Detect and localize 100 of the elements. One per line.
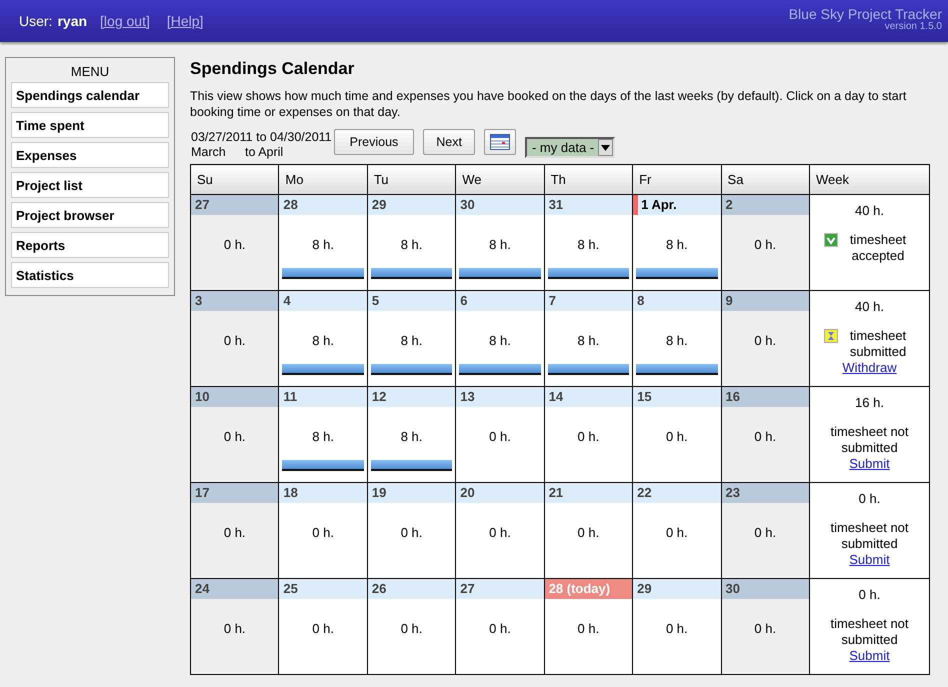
day-cell[interactable]: 20 0 h. (456, 482, 544, 578)
day-cell[interactable]: 22 0 h. (632, 482, 722, 578)
day-cell[interactable]: 9 0 h. (721, 290, 810, 386)
column-header: Mo (278, 164, 368, 194)
menu-item[interactable]: Spendings calendar (11, 82, 169, 108)
day-cell[interactable]: 21 0 h. (544, 482, 633, 578)
day-cell[interactable]: 23 0 h. (721, 482, 810, 578)
day-cell[interactable]: 18 0 h. (278, 482, 368, 578)
day-date[interactable]: 31 (544, 195, 632, 215)
day-cell[interactable]: 13 0 h. (456, 386, 544, 482)
submit-link[interactable]: Submit (849, 552, 890, 568)
menu-item[interactable]: Expenses (11, 142, 169, 168)
day-date[interactable]: 29 (368, 195, 456, 215)
day-date[interactable]: 11 (279, 387, 367, 407)
timesheet-status: timesheet accepted (848, 232, 908, 264)
day-date[interactable]: 17 (191, 483, 278, 503)
day-cell[interactable]: 29 0 h. (632, 578, 722, 674)
day-cell[interactable]: 25 0 h. (278, 578, 368, 674)
data-filter-dropdown[interactable]: - my data - (524, 137, 616, 158)
day-cell[interactable]: 8 8 h. (632, 290, 722, 386)
day-date[interactable]: 20 (456, 483, 544, 503)
menu-item[interactable]: Project browser (11, 202, 169, 228)
month-label: to April (245, 145, 284, 160)
day-cell[interactable]: 15 0 h. (632, 386, 722, 482)
day-cell[interactable]: 10 0 h. (190, 386, 279, 482)
day-date[interactable]: 15 (633, 387, 721, 407)
hours-value: 8 h. (400, 429, 422, 444)
day-date[interactable]: 29 (633, 579, 721, 599)
day-cell[interactable]: 27 0 h. (456, 578, 544, 674)
menu-title: MENU (70, 64, 110, 79)
calendar-button[interactable] (484, 129, 516, 155)
day-date[interactable]: 6 (456, 291, 544, 311)
day-date[interactable]: 7 (544, 291, 632, 311)
day-date[interactable]: 26 (368, 579, 456, 599)
day-cell[interactable]: 28 (today) 0 h. (544, 578, 633, 674)
day-cell[interactable]: 29 8 h. (367, 194, 456, 290)
day-cell[interactable]: 31 8 h. (544, 194, 633, 290)
day-date[interactable]: 4 (279, 291, 367, 311)
day-cell[interactable]: 19 0 h. (367, 482, 456, 578)
day-date[interactable]: 22 (633, 483, 721, 503)
calendar-icon (490, 134, 510, 150)
day-date[interactable]: 14 (544, 387, 632, 407)
day-date[interactable]: 16 (722, 387, 809, 407)
day-date[interactable]: 28 (279, 195, 367, 215)
day-cell[interactable]: 14 0 h. (544, 386, 633, 482)
day-date[interactable]: 18 (279, 483, 367, 503)
menu-item[interactable]: Reports (11, 232, 169, 258)
hours-value: 0 h. (754, 621, 776, 636)
hours-value: 0 h. (754, 525, 776, 540)
day-cell[interactable]: 30 8 h. (456, 194, 544, 290)
day-date[interactable]: 19 (368, 483, 456, 503)
month-label: March (191, 145, 227, 160)
help-link[interactable]: [Help] (166, 13, 204, 29)
logout-link[interactable]: [log out] (100, 13, 150, 29)
day-date[interactable]: 30 (456, 195, 544, 215)
hours-value: 0 h. (578, 621, 600, 636)
day-cell[interactable]: 4 8 h. (278, 290, 368, 386)
previous-button[interactable]: Previous (334, 129, 414, 155)
menu-item[interactable]: Time spent (11, 112, 169, 138)
day-date[interactable]: 27 (456, 579, 544, 599)
day-cell[interactable]: 2 0 h. (721, 194, 810, 290)
week-total: 0 h. (858, 491, 882, 506)
day-cell[interactable]: 7 8 h. (544, 290, 633, 386)
day-date[interactable]: 25 (279, 579, 367, 599)
day-cell[interactable]: 12 8 h. (367, 386, 456, 482)
day-cell[interactable]: 17 0 h. (190, 482, 279, 578)
day-cell[interactable]: 28 8 h. (278, 194, 368, 290)
day-date[interactable]: 2 (722, 195, 809, 215)
day-cell[interactable]: 1 Apr. 8 h. (632, 194, 722, 290)
day-date[interactable]: 13 (456, 387, 544, 407)
day-date[interactable]: 9 (722, 291, 809, 311)
day-date[interactable]: 12 (368, 387, 456, 407)
day-cell[interactable]: 16 0 h. (721, 386, 810, 482)
day-cell[interactable]: 24 0 h. (190, 578, 279, 674)
menu-item[interactable]: Statistics (11, 262, 169, 288)
day-cell[interactable]: 27 0 h. (190, 194, 279, 290)
day-cell[interactable]: 5 8 h. (367, 290, 456, 386)
withdraw-link[interactable]: Withdraw (842, 360, 897, 376)
menu-item[interactable]: Project list (11, 172, 169, 198)
hours-value: 8 h. (400, 333, 422, 348)
day-date[interactable]: 21 (544, 483, 632, 503)
day-date[interactable]: 1 Apr. (633, 195, 721, 215)
day-date[interactable]: 24 (191, 579, 278, 599)
day-cell[interactable]: 3 0 h. (190, 290, 279, 386)
day-date[interactable]: 30 (722, 579, 809, 599)
next-button[interactable]: Next (423, 129, 475, 155)
day-date[interactable]: 23 (722, 483, 809, 503)
day-cell[interactable]: 11 8 h. (278, 386, 368, 482)
day-cell[interactable]: 30 0 h. (721, 578, 810, 674)
day-cell[interactable]: 6 8 h. (456, 290, 544, 386)
day-date[interactable]: 8 (633, 291, 721, 311)
day-cell[interactable]: 26 0 h. (367, 578, 456, 674)
day-date[interactable]: 10 (191, 387, 278, 407)
submit-link[interactable]: Submit (849, 456, 890, 472)
hours-value: 8 h. (578, 333, 600, 348)
submit-link[interactable]: Submit (849, 648, 890, 664)
hours-value: 8 h. (312, 333, 334, 348)
day-date[interactable]: 5 (368, 291, 456, 311)
day-date[interactable]: 3 (191, 291, 278, 311)
day-date[interactable]: 27 (191, 195, 278, 215)
